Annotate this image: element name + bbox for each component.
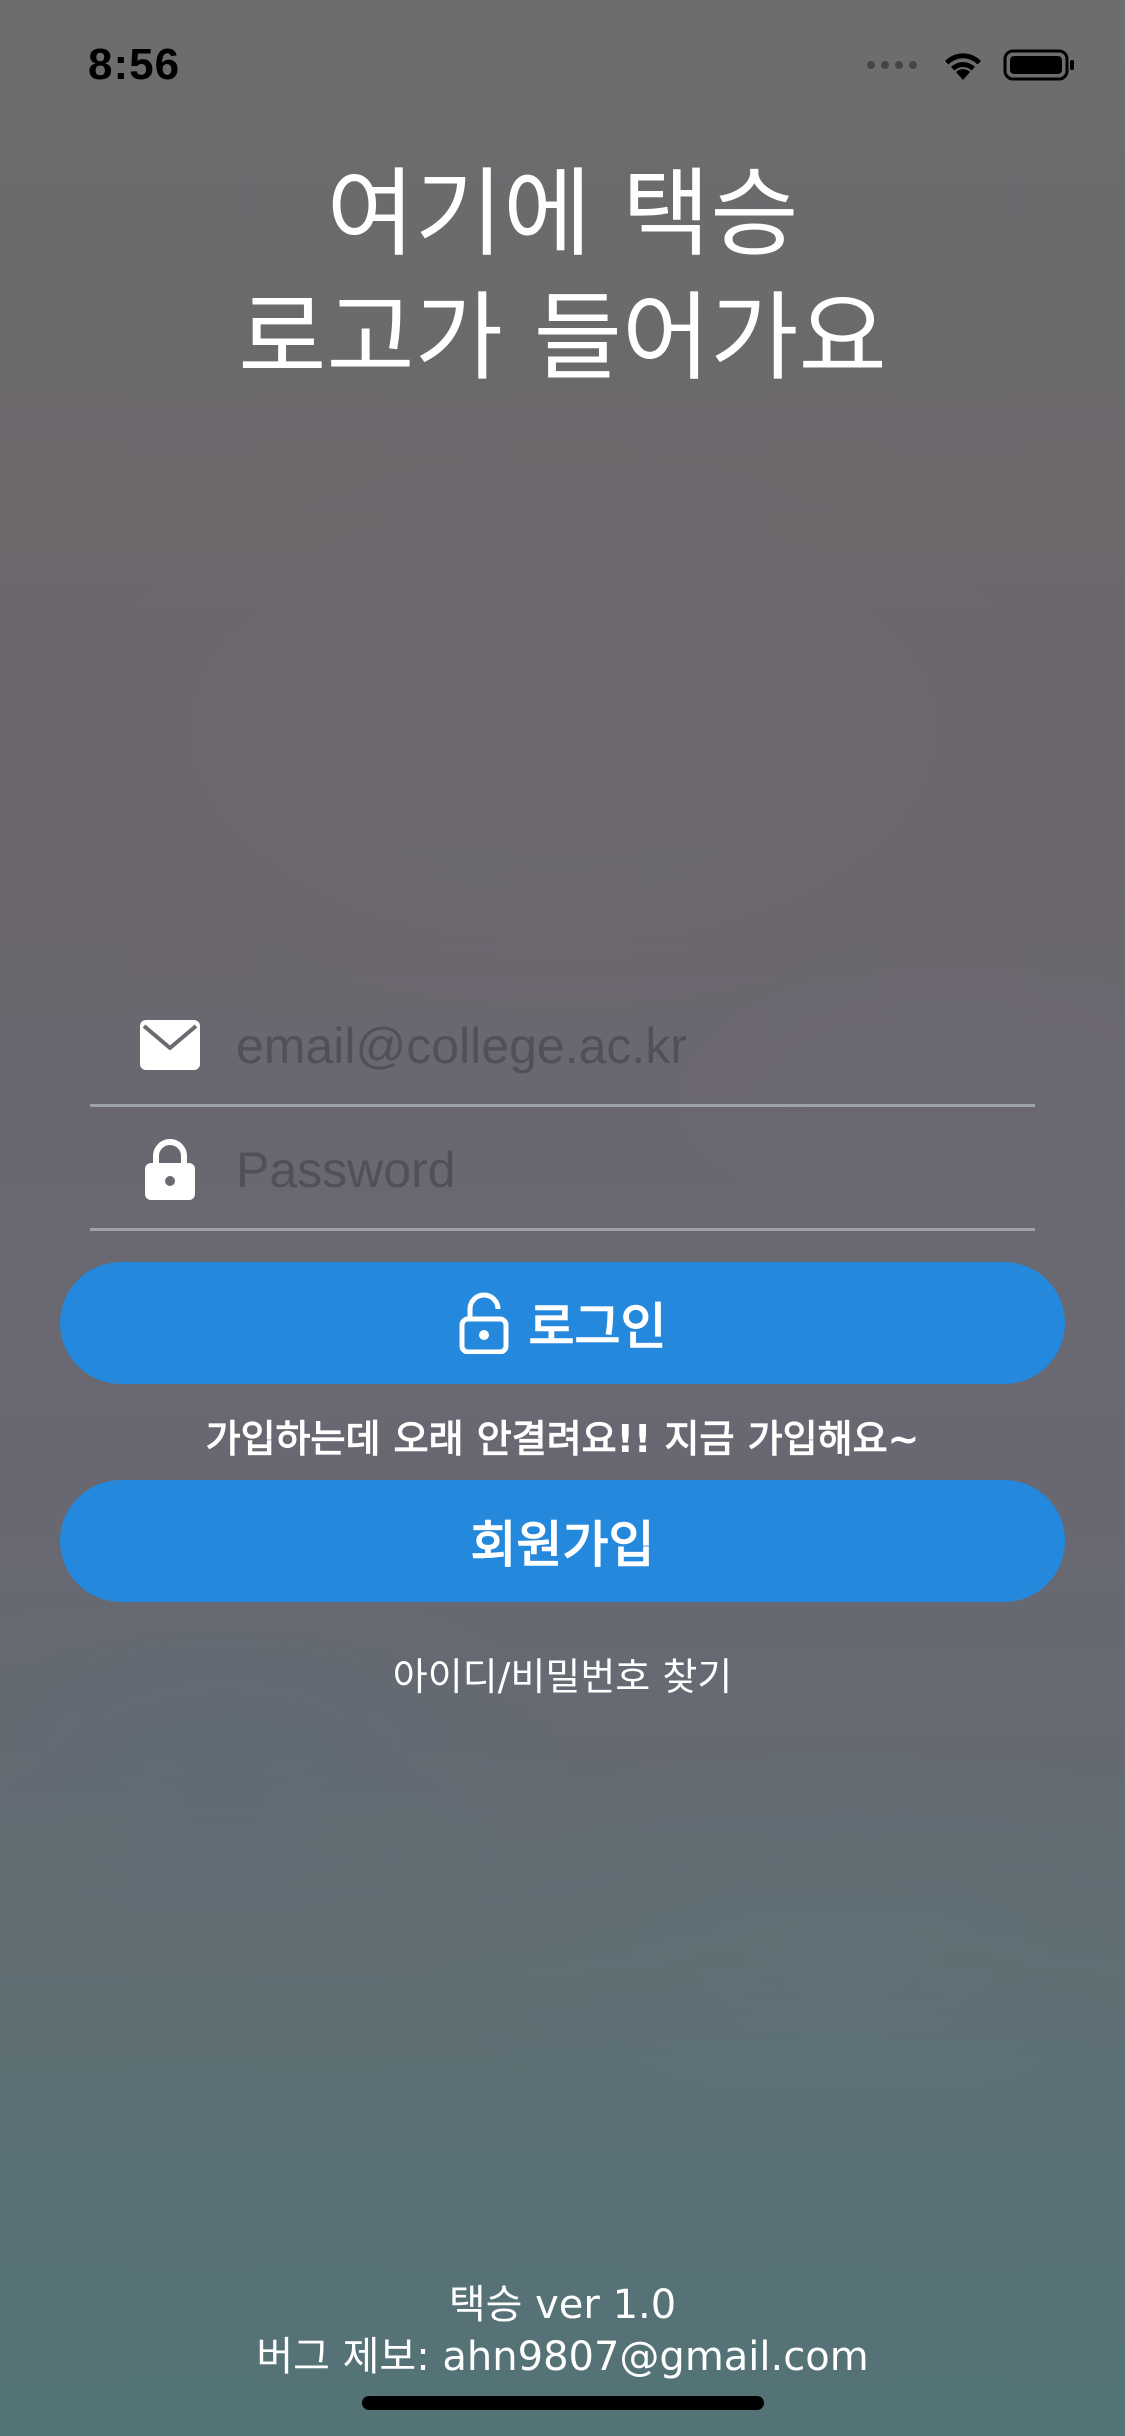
logo-placeholder-line2: 로고가 들어가요 <box>238 282 887 394</box>
email-field <box>90 985 1035 1107</box>
wifi-icon <box>945 53 981 80</box>
signup-prompt: 가입하는데 오래 안결려요!! 지금 가입해요~ <box>205 1417 920 1461</box>
password-field <box>90 1109 1035 1231</box>
bug-report-contact: 버그 제보: ahn9807@gmail.com <box>256 2334 869 2380</box>
signup-button[interactable]: 회원가입 <box>60 1480 1065 1602</box>
envelope-icon <box>140 1015 200 1075</box>
status-indicators <box>867 48 1077 82</box>
signup-button-label: 회원가입 <box>470 1516 655 1574</box>
status-time: 8:56 <box>88 40 181 89</box>
logo-placeholder-line1: 여기에 택승 <box>326 158 799 270</box>
lock-icon <box>140 1139 200 1200</box>
find-account-link[interactable]: 아이디/비밀번호 찾기 <box>0 1646 1125 1701</box>
login-button-label: 로그인 <box>528 1298 667 1356</box>
home-indicator[interactable] <box>362 2396 764 2410</box>
signal-dots-icon <box>867 61 917 69</box>
email-input[interactable] <box>234 1003 998 1089</box>
password-input[interactable] <box>234 1127 998 1213</box>
app-version: 택승 ver 1.0 <box>448 2282 677 2328</box>
unlock-icon <box>459 1292 508 1354</box>
battery-icon <box>1003 49 1074 81</box>
login-button[interactable]: 로그인 <box>60 1262 1065 1384</box>
